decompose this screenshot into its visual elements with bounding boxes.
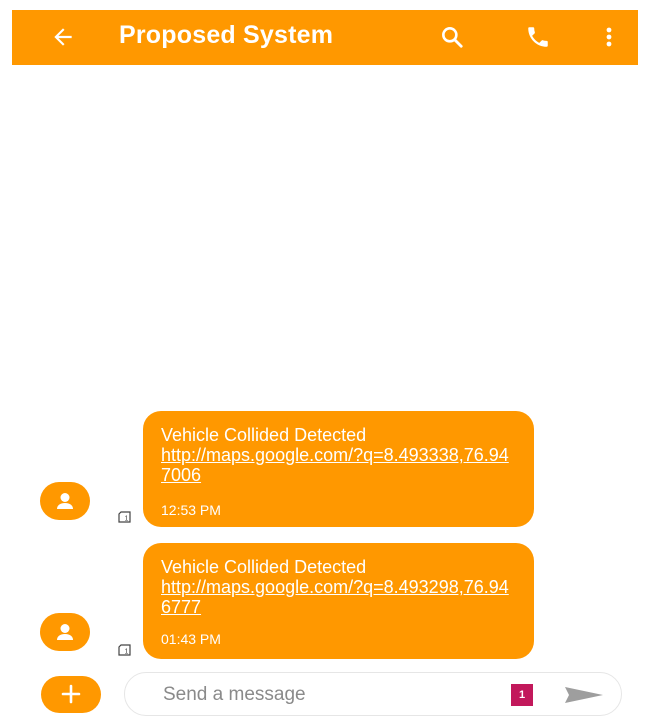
compose-bar: 1	[0, 668, 656, 720]
message-text: Vehicle Collided Detected	[161, 425, 367, 445]
back-arrow-icon[interactable]	[50, 24, 76, 50]
app-bar: Proposed System	[12, 10, 638, 65]
message-bubble[interactable]: Vehicle Collided Detected http://maps.go…	[143, 411, 534, 527]
page-title: Proposed System	[119, 21, 334, 49]
avatar[interactable]	[40, 482, 90, 520]
message-input[interactable]	[161, 679, 465, 711]
message-input-container: 1	[124, 672, 622, 716]
more-vert-icon[interactable]	[602, 24, 616, 50]
avatar[interactable]	[40, 613, 90, 651]
plus-icon	[61, 684, 81, 704]
sim-selector-badge[interactable]: 1	[511, 684, 533, 706]
search-icon[interactable]	[439, 24, 465, 50]
attach-button[interactable]	[41, 676, 101, 713]
sim-card-icon: 1	[118, 511, 131, 523]
sim-number: 1	[125, 649, 129, 656]
person-icon	[57, 624, 73, 640]
message-link[interactable]: http://maps.google.com/?q=8.493338,76.94…	[161, 445, 516, 485]
sim-number: 1	[125, 516, 129, 523]
message-timestamp: 01:43 PM	[161, 631, 221, 647]
message-bubble[interactable]: Vehicle Collided Detected http://maps.go…	[143, 543, 534, 659]
phone-icon[interactable]	[525, 24, 551, 50]
message-text: Vehicle Collided Detected	[161, 557, 367, 577]
send-icon[interactable]	[563, 683, 607, 707]
sim-card-icon: 1	[118, 644, 131, 656]
person-icon	[57, 493, 73, 509]
message-link[interactable]: http://maps.google.com/?q=8.493298,76.94…	[161, 577, 516, 617]
message-timestamp: 12:53 PM	[161, 502, 221, 518]
